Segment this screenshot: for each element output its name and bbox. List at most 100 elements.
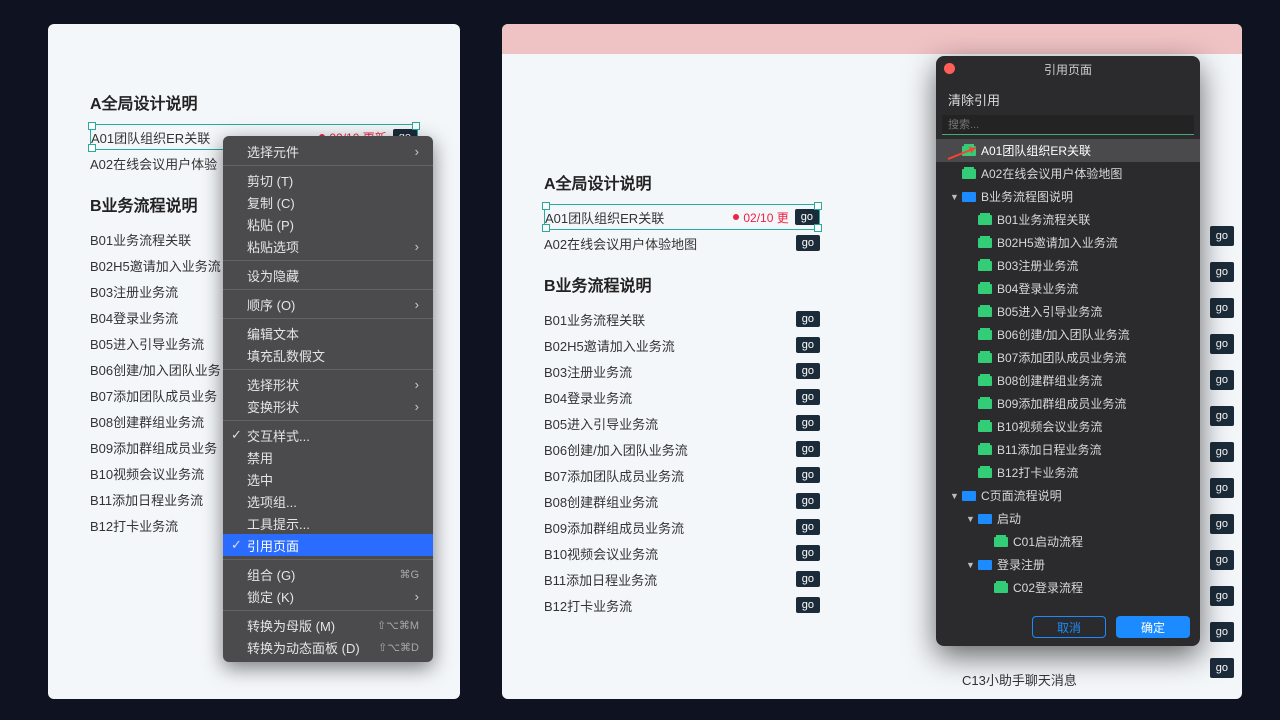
go-button[interactable]: go (1210, 406, 1234, 426)
list-item[interactable]: A01团队组织ER关联02/10 更go (544, 204, 820, 230)
tree-page[interactable]: B02H5邀请加入业务流 (936, 231, 1200, 254)
go-button[interactable]: go (796, 235, 820, 251)
tree-label: A01团队组织ER关联 (981, 142, 1091, 159)
go-button[interactable]: go (1210, 298, 1234, 318)
list-item[interactable]: B01业务流程关联go (544, 306, 820, 332)
go-button[interactable]: go (1210, 622, 1234, 642)
list-item[interactable]: B05进入引导业务流go (544, 410, 820, 436)
ctx-interaction-style[interactable]: 交互样式... (223, 424, 433, 446)
list-item[interactable]: B11添加日程业务流go (544, 566, 820, 592)
list-item[interactable]: B12打卡业务流go (544, 592, 820, 618)
go-button[interactable]: go (796, 363, 820, 379)
ctx-reference-page[interactable]: 引用页面 (223, 534, 433, 556)
go-button[interactable]: go (796, 467, 820, 483)
go-button[interactable]: go (796, 415, 820, 431)
list-item[interactable]: B10视频会议业务流go (544, 540, 820, 566)
ctx-select-components[interactable]: 选择元件 (223, 140, 433, 162)
go-button[interactable]: go (796, 389, 820, 405)
ctx-order[interactable]: 顺序 (O) (223, 293, 433, 315)
list-item[interactable]: B02H5邀请加入业务流go (544, 332, 820, 358)
tree-page[interactable]: C02登录流程 (936, 576, 1200, 599)
go-button[interactable]: go (1210, 586, 1234, 606)
go-button[interactable]: go (1210, 550, 1234, 570)
tree-page[interactable]: B09添加群组成员业务流 (936, 392, 1200, 415)
tree-label: C页面流程说明 (981, 487, 1062, 504)
close-icon[interactable] (944, 63, 955, 74)
tree-label: B10视频会议业务流 (997, 418, 1102, 435)
ctx-fill-lorem[interactable]: 填充乱数假文 (223, 344, 433, 366)
ctx-select-shape[interactable]: 选择形状 (223, 373, 433, 395)
tree-folder[interactable]: ▼B业务流程图说明 (936, 185, 1200, 208)
page-icon (978, 330, 992, 340)
tree-folder[interactable]: ▼C页面流程说明 (936, 484, 1200, 507)
tree-page[interactable]: B11添加日程业务流 (936, 438, 1200, 461)
ctx-disable[interactable]: 禁用 (223, 446, 433, 468)
list-item[interactable]: A02在线会议用户体验地图go (544, 230, 820, 256)
page-icon (978, 215, 992, 225)
ok-button[interactable]: 确定 (1116, 616, 1190, 638)
ctx-lock[interactable]: 锁定 (K) (223, 585, 433, 607)
tree-page[interactable]: C01启动流程 (936, 530, 1200, 553)
go-button[interactable]: go (796, 571, 820, 587)
tree-page[interactable]: B03注册业务流 (936, 254, 1200, 277)
tree-folder[interactable]: ▼启动 (936, 507, 1200, 530)
go-button[interactable]: go (1210, 262, 1234, 282)
tree-label: B06创建/加入团队业务流 (997, 326, 1130, 343)
go-button[interactable]: go (796, 519, 820, 535)
go-button[interactable]: go (1210, 334, 1234, 354)
section-a-title: A全局设计说明 (544, 170, 820, 194)
ctx-set-hidden[interactable]: 设为隐藏 (223, 264, 433, 286)
list-item-label: B02H5邀请加入业务流 (90, 256, 221, 275)
go-button[interactable]: go (1210, 658, 1234, 678)
tree-page[interactable]: B01业务流程关联 (936, 208, 1200, 231)
search-input[interactable] (942, 115, 1194, 135)
go-button[interactable]: go (1210, 226, 1234, 246)
go-button[interactable]: go (796, 597, 820, 613)
tree-page[interactable]: B07添加团队成员业务流 (936, 346, 1200, 369)
list-item[interactable]: B09添加群组成员业务流go (544, 514, 820, 540)
ctx-transform-shape[interactable]: 变换形状 (223, 395, 433, 417)
footer-item: C13小助手聊天消息 (962, 670, 1077, 689)
go-button[interactable]: go (796, 493, 820, 509)
list-item[interactable]: B06创建/加入团队业务流go (544, 436, 820, 462)
tree-page[interactable]: B06创建/加入团队业务流 (936, 323, 1200, 346)
list-item[interactable]: B04登录业务流go (544, 384, 820, 410)
ctx-paste-options[interactable]: 粘贴选项 (223, 235, 433, 257)
go-button[interactable]: go (796, 545, 820, 561)
go-button[interactable]: go (795, 209, 819, 225)
ctx-edit-text[interactable]: 编辑文本 (223, 322, 433, 344)
page-icon (978, 261, 992, 271)
tree-page[interactable]: B12打卡业务流 (936, 461, 1200, 484)
ctx-group[interactable]: 组合 (G)⌘G (223, 563, 433, 585)
ctx-convert-dynamic[interactable]: 转换为动态面板 (D)⇧⌥⌘D (223, 636, 433, 658)
list-item[interactable]: B08创建群组业务流go (544, 488, 820, 514)
go-button[interactable]: go (796, 311, 820, 327)
tree-page[interactable]: A02在线会议用户体验地图 (936, 162, 1200, 185)
go-button[interactable]: go (796, 337, 820, 353)
tree-label: B02H5邀请加入业务流 (997, 234, 1118, 251)
clear-reference-link[interactable]: 清除引用 (936, 82, 1200, 115)
list-item[interactable]: B03注册业务流go (544, 358, 820, 384)
cancel-button[interactable]: 取消 (1032, 616, 1106, 638)
tree-folder[interactable]: ▼登录注册 (936, 553, 1200, 576)
ctx-option-group[interactable]: 选项组... (223, 490, 433, 512)
tree-page[interactable]: B04登录业务流 (936, 277, 1200, 300)
go-button[interactable]: go (1210, 370, 1234, 390)
tree-page[interactable]: B10视频会议业务流 (936, 415, 1200, 438)
page-tree[interactable]: A01团队组织ER关联 A02在线会议用户体验地图▼B业务流程图说明B01业务流程… (936, 139, 1200, 608)
tree-page[interactable]: B05进入引导业务流 (936, 300, 1200, 323)
context-menu: 选择元件 剪切 (T) 复制 (C) 粘贴 (P) 粘贴选项 设为隐藏 顺序 (… (223, 136, 433, 662)
go-button[interactable]: go (1210, 442, 1234, 462)
ctx-select[interactable]: 选中 (223, 468, 433, 490)
ctx-paste[interactable]: 粘贴 (P) (223, 213, 433, 235)
go-button[interactable]: go (1210, 514, 1234, 534)
tree-page[interactable]: B08创建群组业务流 (936, 369, 1200, 392)
ctx-tooltip[interactable]: 工具提示... (223, 512, 433, 534)
ctx-convert-master[interactable]: 转换为母版 (M)⇧⌥⌘M (223, 614, 433, 636)
list-item[interactable]: B07添加团队成员业务流go (544, 462, 820, 488)
ctx-cut[interactable]: 剪切 (T) (223, 169, 433, 191)
tree-label: C01启动流程 (1013, 533, 1083, 550)
ctx-copy[interactable]: 复制 (C) (223, 191, 433, 213)
go-button[interactable]: go (1210, 478, 1234, 498)
go-button[interactable]: go (796, 441, 820, 457)
